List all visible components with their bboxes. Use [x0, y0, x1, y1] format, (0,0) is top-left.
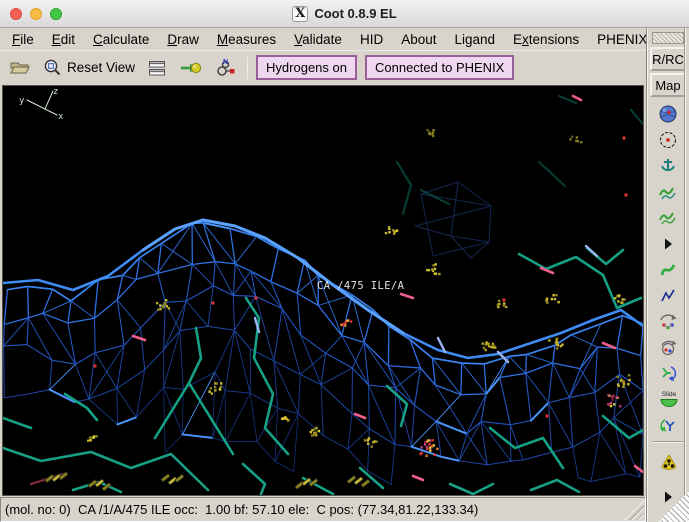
anchor-icon: [661, 159, 675, 172]
statusbar-resize-grip[interactable]: [624, 500, 644, 520]
smiles-builder-button[interactable]: N: [211, 57, 239, 79]
real-space-refine-button[interactable]: [658, 260, 678, 280]
menu-hid[interactable]: HID: [351, 30, 392, 49]
refine-zone-button[interactable]: [658, 208, 678, 228]
zoom-button[interactable]: [50, 8, 62, 20]
menu-validate[interactable]: Validate: [285, 30, 351, 49]
axis-x-label: x: [58, 112, 64, 122]
statusbar: (mol. no: 0) CA /1/A/475 ILE occ: 1.00 b…: [0, 497, 646, 522]
svg-text:N: N: [223, 59, 228, 66]
flip-peptide-forward-button[interactable]: [658, 364, 678, 384]
display-manager-windows-icon: [149, 60, 166, 75]
main-toolbar: Reset View N Hydrogens on Connected to P…: [0, 50, 646, 84]
expand-tools-button[interactable]: [658, 234, 678, 254]
statusbar-text: (mol. no: 0) CA /1/A/475 ILE occ: 1.00 b…: [5, 502, 479, 517]
real-space-refine-icon: [660, 264, 676, 276]
canvas-frame: z y x CA /475 ILE/A: [0, 84, 646, 497]
menu-edit[interactable]: Edit: [43, 30, 84, 49]
expander-triangle-icon: [665, 238, 672, 250]
picked-atom-label: CA /475 ILE/A: [317, 280, 405, 292]
axis-z-label: z: [53, 87, 58, 97]
menu-ligand[interactable]: Ligand: [445, 30, 504, 49]
refine-fragment-button[interactable]: [658, 182, 678, 202]
reset-view-button[interactable]: Reset View: [40, 56, 138, 79]
regularize-icon: [661, 289, 675, 302]
reset-view-magnifier-icon: [44, 59, 61, 76]
rotate-sphere-icon: [661, 340, 677, 356]
rotate-translate-icon: [660, 314, 677, 330]
hazard-tools-button[interactable]: [658, 453, 678, 473]
more-tools-triangle-icon: [665, 491, 672, 503]
display-map-sphere-button[interactable]: [658, 104, 678, 124]
menu-measures[interactable]: Measures: [208, 30, 285, 49]
sidebar-drag-handle[interactable]: [652, 32, 684, 44]
gl-canvas[interactable]: z y x CA /475 ILE/A: [2, 85, 644, 496]
axis-y-label: y: [19, 96, 25, 106]
open-coords-button[interactable]: [6, 57, 34, 78]
flip-peptide-icon: [662, 366, 677, 382]
flip-peptide-back-icon: [660, 419, 675, 432]
sidebar-separator: [653, 441, 683, 443]
go-to-atom-arrow-icon: [181, 62, 202, 73]
menu-file[interactable]: File: [3, 30, 43, 49]
refine-zone-icon: [659, 212, 676, 225]
window-titlebar[interactable]: X Coot 0.8.9 EL: [0, 0, 689, 28]
smiles-molecule-icon: N: [217, 59, 235, 76]
slide-label: Slide: [662, 391, 677, 398]
hydrogens-status-badge[interactable]: Hydrogens on: [256, 55, 357, 80]
menu-calculate[interactable]: Calculate: [84, 30, 158, 49]
slide-peptide-button[interactable]: Slide: [658, 390, 678, 410]
open-folder-icon: [10, 62, 30, 74]
menubar: File Edit Calculate Draw Measures Valida…: [0, 28, 647, 50]
slide-peptide-icon: Slide: [660, 391, 678, 407]
more-tools-button[interactable]: [658, 487, 678, 507]
minimize-button[interactable]: [30, 8, 42, 20]
reset-view-label: Reset View: [67, 60, 136, 75]
anchor-restraint-button[interactable]: [658, 156, 678, 176]
rrc-button[interactable]: R/RC: [650, 47, 686, 71]
recentre-button[interactable]: [658, 130, 678, 150]
coot-window: X Coot 0.8.9 EL File Edit Calculate Draw…: [0, 0, 689, 522]
recentre-crosshair-icon: [659, 131, 677, 149]
sidebar-edge-strip: [684, 28, 689, 522]
modelling-sidebar: R/RC Map Slide: [646, 28, 689, 522]
radiation-hazard-icon: [661, 454, 677, 470]
map-sphere-icon: [659, 105, 677, 123]
flip-peptide-back-button[interactable]: [658, 416, 678, 436]
go-to-atom-button[interactable]: [176, 58, 205, 78]
toolbar-separator: [247, 56, 249, 79]
phenix-connection-badge[interactable]: Connected to PHENIX: [365, 55, 515, 80]
window-title: Coot 0.8.9 EL: [314, 6, 397, 21]
refine-fragment-icon: [658, 187, 676, 200]
menu-draw[interactable]: Draw: [158, 30, 208, 49]
menu-extensions[interactable]: Extensions: [504, 30, 588, 49]
display-manager-button[interactable]: [144, 57, 170, 79]
menu-about[interactable]: About: [392, 30, 445, 49]
close-button[interactable]: [10, 8, 22, 20]
map-button[interactable]: Map: [650, 73, 686, 97]
rotate-translate-sphere-button[interactable]: [658, 338, 678, 358]
x11-app-icon: X: [292, 5, 309, 22]
rotate-translate-zone-button[interactable]: [658, 312, 678, 332]
regularize-zone-button[interactable]: [658, 286, 678, 306]
